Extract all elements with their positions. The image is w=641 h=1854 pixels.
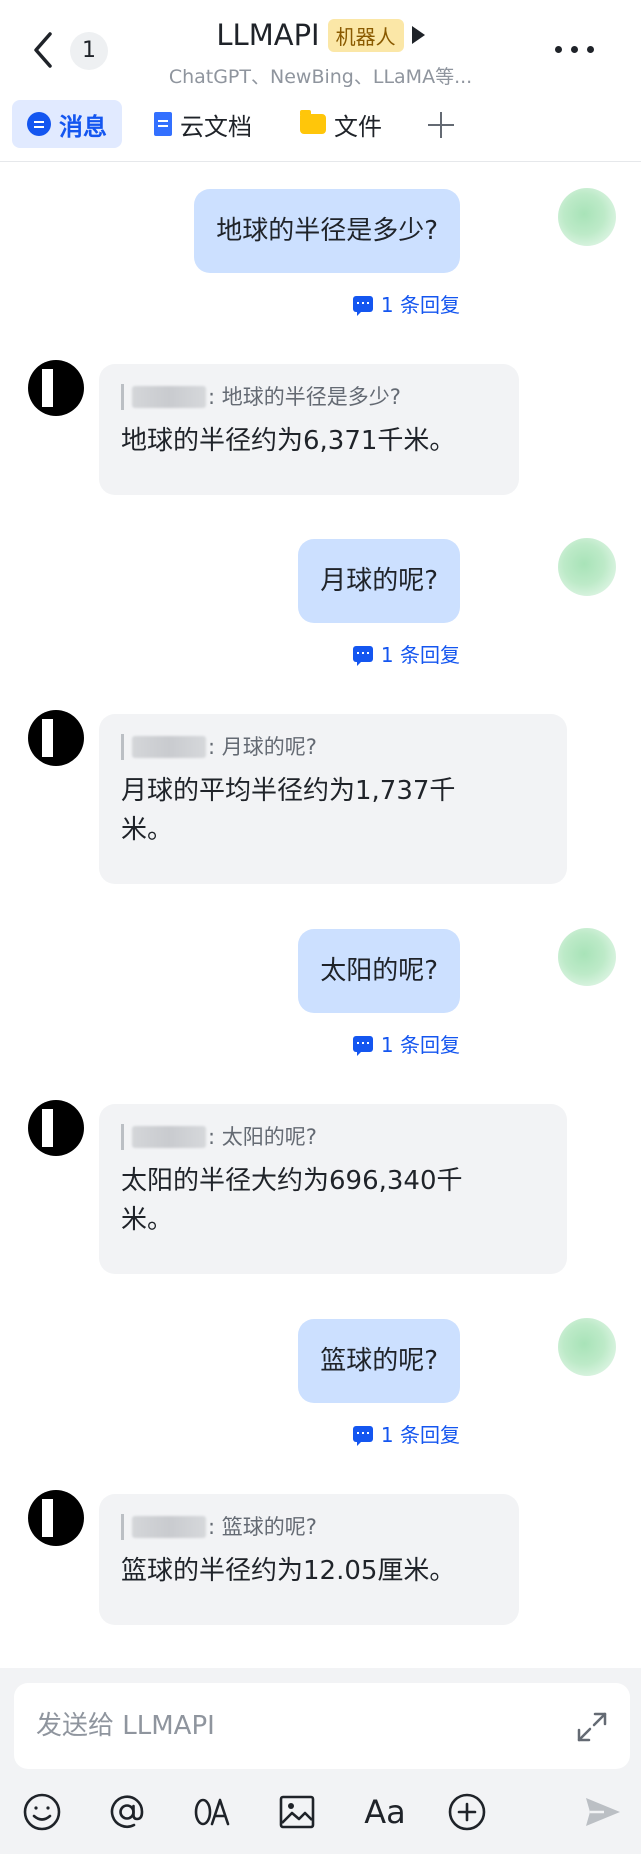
- blurred-sender-name: [132, 1516, 206, 1538]
- quote-text: : 篮球的呢?: [208, 1515, 317, 1539]
- quote-text: : 地球的半径是多少?: [208, 385, 401, 409]
- text-format-label: Aa: [364, 1793, 406, 1831]
- reply-icon: [352, 1035, 373, 1056]
- chat-header: 1 LLMAPI 机器人 ChatGPT、NewBing、LLaMA等... 消息…: [0, 0, 641, 162]
- reply-count-label: 1 条回复: [380, 1033, 460, 1057]
- quoted-message: : 太阳的呢?: [121, 1124, 545, 1150]
- my-message-bubble[interactable]: 太阳的呢?: [298, 929, 460, 1013]
- tab-bar: 消息 云文档 文件: [0, 100, 641, 150]
- blurred-sender-name: [132, 386, 206, 408]
- my-message-bubble[interactable]: 月球的呢?: [298, 539, 460, 623]
- bot-message-bubble[interactable]: : 地球的半径是多少? 地球的半径约为6,371千米。: [99, 364, 519, 495]
- expand-icon[interactable]: [576, 1711, 608, 1743]
- quoted-message: : 月球的呢?: [121, 734, 545, 760]
- reply-icon: [352, 645, 373, 666]
- bot-message-text: 月球的平均半径约为1,737千 米。: [121, 772, 545, 850]
- translate-icon[interactable]: [190, 1790, 234, 1834]
- tab-label: 云文档: [180, 112, 252, 141]
- quoted-message: : 地球的半径是多少?: [121, 384, 497, 410]
- text-format-icon[interactable]: Aa: [360, 1790, 410, 1834]
- bot-avatar[interactable]: [28, 1490, 84, 1546]
- reply-count-label: 1 条回复: [380, 1423, 460, 1447]
- reply-count-link[interactable]: 1 条回复: [352, 289, 460, 318]
- bot-message-text: 篮球的半径约为12.05厘米。: [121, 1556, 456, 1586]
- my-avatar[interactable]: [558, 1318, 616, 1376]
- chat-subtitle: ChatGPT、NewBing、LLaMA等...: [168, 66, 473, 88]
- my-message-bubble[interactable]: 地球的半径是多少?: [194, 189, 460, 273]
- text-line: 米。: [121, 815, 174, 845]
- blurred-sender-name: [132, 736, 206, 758]
- tab-label: 文件: [334, 112, 382, 141]
- blurred-sender-name: [132, 1126, 206, 1148]
- chat-title[interactable]: LLMAPI: [216, 18, 319, 52]
- chat-icon: [27, 112, 51, 136]
- reply-count-label: 1 条回复: [380, 293, 460, 317]
- bot-message-bubble[interactable]: : 篮球的呢? 篮球的半径约为12.05厘米。: [99, 1494, 519, 1625]
- emoji-icon[interactable]: [20, 1790, 64, 1834]
- reply-count-label: 1 条回复: [380, 643, 460, 667]
- bot-message-bubble[interactable]: : 太阳的呢? 太阳的半径大约为696,340千 米。: [99, 1104, 567, 1274]
- tab-messages[interactable]: 消息: [12, 100, 122, 148]
- text-line: 月球的平均半径约为1,737千: [121, 776, 456, 806]
- bot-message-bubble[interactable]: : 月球的呢? 月球的平均半径约为1,737千 米。: [99, 714, 567, 884]
- quoted-message: : 篮球的呢?: [121, 1514, 497, 1540]
- bot-message-text: 太阳的半径大约为696,340千 米。: [121, 1162, 545, 1240]
- add-tab-icon[interactable]: [428, 112, 454, 138]
- composer-toolbar: Aa: [0, 1790, 641, 1836]
- send-icon[interactable]: [580, 1790, 624, 1834]
- my-avatar[interactable]: [558, 928, 616, 986]
- more-icon[interactable]: [555, 46, 595, 56]
- reply-count-link[interactable]: 1 条回复: [352, 1029, 460, 1058]
- reply-icon: [352, 295, 373, 316]
- bot-message-text: 地球的半径约为6,371千米。: [121, 426, 456, 456]
- my-avatar[interactable]: [558, 538, 616, 596]
- message-input[interactable]: 发送给 LLMAPI: [14, 1683, 630, 1769]
- input-placeholder: 发送给 LLMAPI: [36, 1711, 215, 1741]
- bot-badge: 机器人: [327, 18, 404, 52]
- my-message-bubble[interactable]: 篮球的呢?: [298, 1319, 460, 1403]
- play-icon[interactable]: [411, 26, 425, 44]
- tab-cloud-docs[interactable]: 云文档: [154, 100, 252, 148]
- text-line: 米。: [121, 1205, 174, 1235]
- bot-avatar[interactable]: [28, 1100, 84, 1156]
- folder-icon: [300, 110, 326, 134]
- tab-files[interactable]: 文件: [300, 100, 382, 148]
- reply-count-link[interactable]: 1 条回复: [352, 1419, 460, 1448]
- my-avatar[interactable]: [558, 188, 616, 246]
- reply-icon: [352, 1425, 373, 1446]
- doc-icon: [154, 112, 172, 136]
- bot-avatar[interactable]: [28, 360, 84, 416]
- quote-text: : 月球的呢?: [208, 735, 317, 759]
- bot-avatar[interactable]: [28, 710, 84, 766]
- mention-icon[interactable]: [105, 1790, 149, 1834]
- text-line: 太阳的半径大约为696,340千: [121, 1166, 463, 1196]
- add-icon[interactable]: [445, 1790, 489, 1834]
- tab-label: 消息: [59, 112, 107, 141]
- title-row: LLMAPI 机器人: [0, 18, 641, 52]
- reply-count-link[interactable]: 1 条回复: [352, 639, 460, 668]
- quote-text: : 太阳的呢?: [208, 1125, 317, 1149]
- image-icon[interactable]: [275, 1790, 319, 1834]
